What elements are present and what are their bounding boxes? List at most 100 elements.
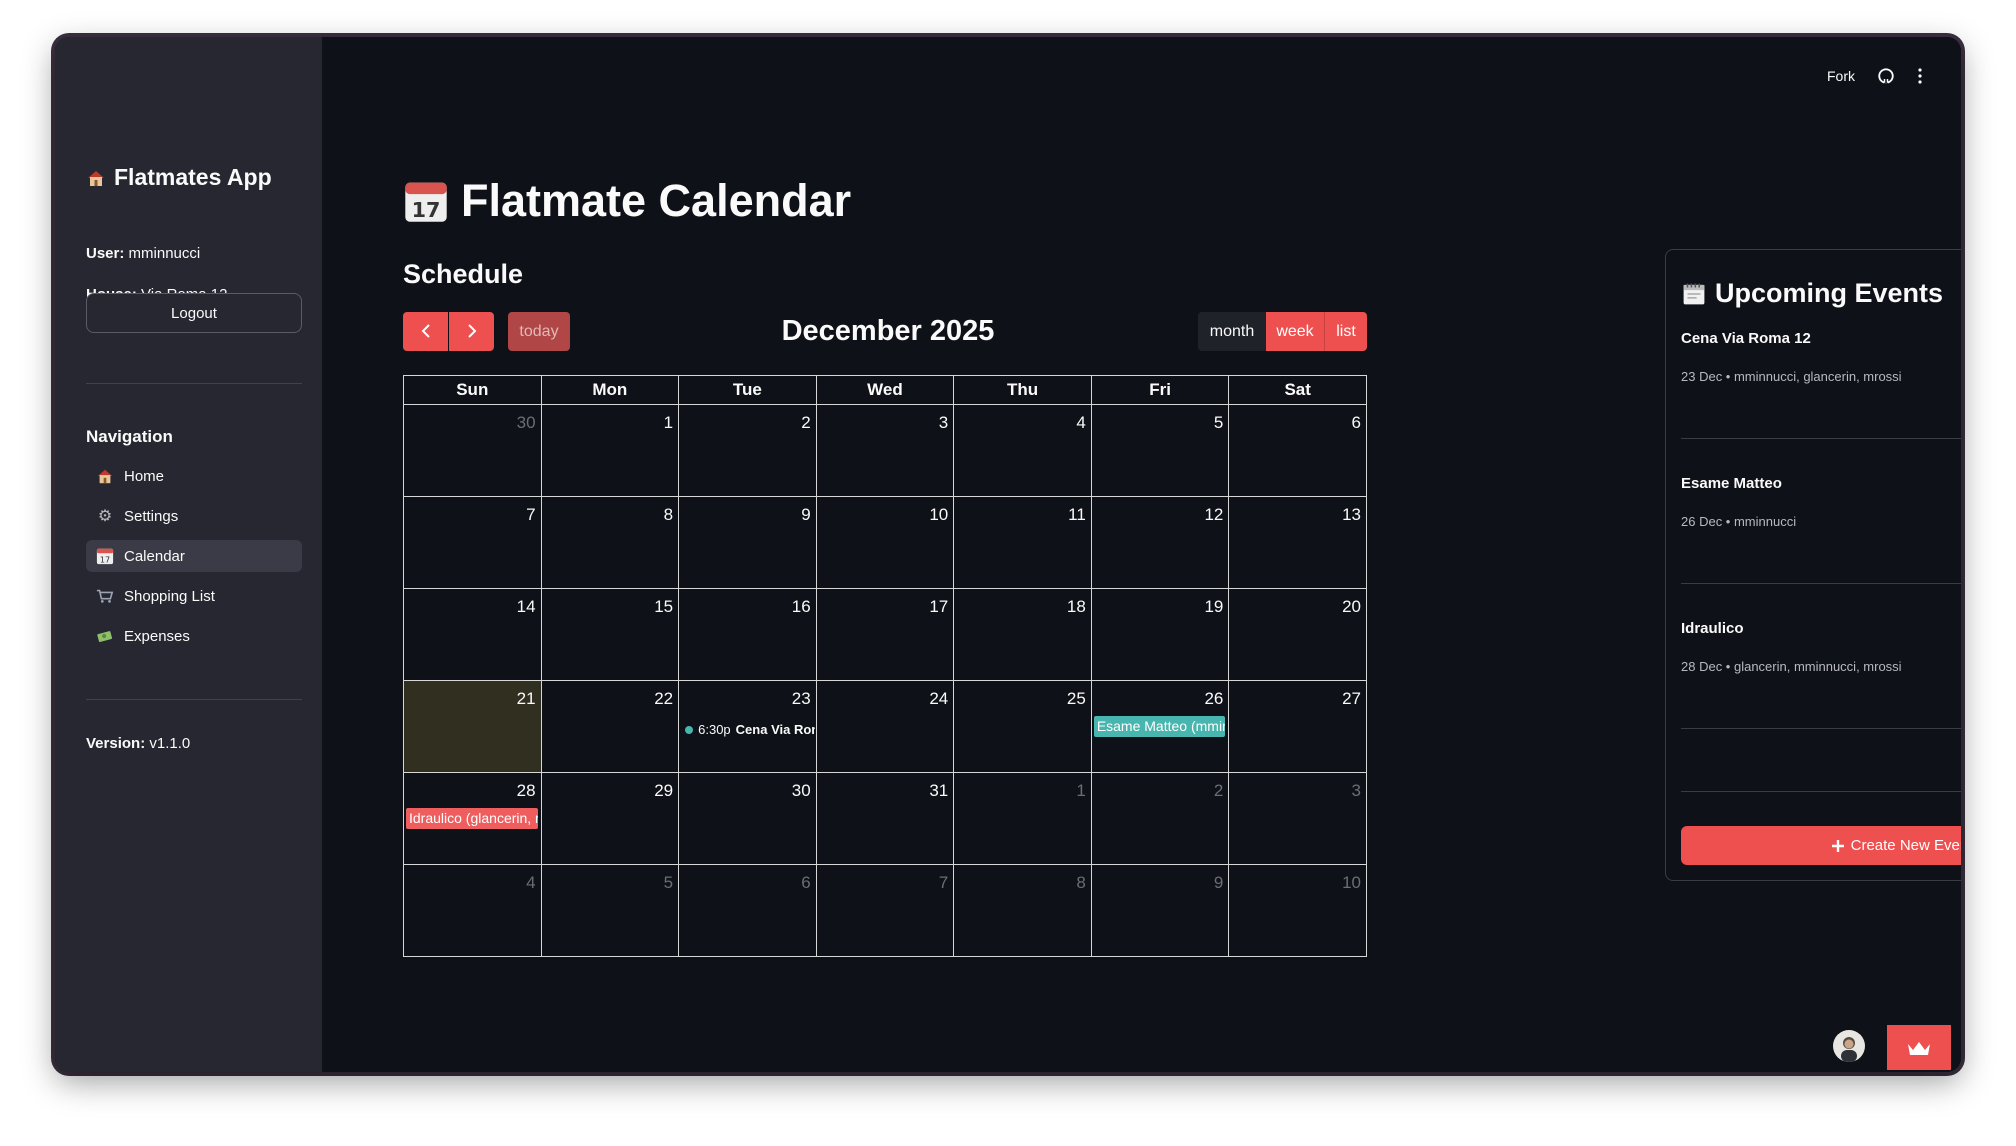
day-cell[interactable]: 8 bbox=[953, 864, 1092, 957]
sidebar-item-label: Settings bbox=[124, 507, 179, 525]
sidebar-item-home[interactable]: Home bbox=[86, 460, 302, 492]
sidebar-item-settings[interactable]: ⚙ Settings bbox=[86, 500, 302, 532]
day-cell[interactable]: 3 bbox=[1228, 772, 1367, 865]
day-cell[interactable]: 24 bbox=[815, 680, 955, 773]
day-cell[interactable]: 17 bbox=[815, 588, 955, 681]
page-title-text: Flatmate Calendar bbox=[461, 175, 852, 226]
day-cell[interactable]: 29 bbox=[540, 772, 680, 865]
weekday-header: Mon bbox=[540, 375, 680, 405]
upcoming-event-name: Esame Matteo bbox=[1681, 475, 1782, 492]
day-cell[interactable]: 26 Esame Matteo (mminnucci) bbox=[1090, 680, 1230, 773]
day-cell[interactable]: 4 bbox=[403, 864, 542, 957]
day-cell[interactable]: 13 bbox=[1228, 496, 1367, 589]
day-cell[interactable]: 6 bbox=[1228, 404, 1367, 497]
day-cell[interactable]: 5 bbox=[1090, 404, 1230, 497]
week-row: 7 8 9 10 11 12 13 bbox=[403, 496, 1367, 589]
day-cell[interactable]: 25 bbox=[953, 680, 1092, 773]
fork-link[interactable]: Fork bbox=[1827, 68, 1855, 84]
sidebar: Flatmates App User: mminnucci House: Via… bbox=[55, 37, 322, 1072]
day-cell[interactable]: 1 bbox=[540, 404, 680, 497]
day-number: 3 bbox=[1351, 781, 1361, 800]
day-number: 25 bbox=[1066, 689, 1086, 708]
day-cell[interactable]: 9 bbox=[678, 496, 817, 589]
day-cell[interactable]: 3 bbox=[815, 404, 955, 497]
day-cell[interactable]: 18 bbox=[953, 588, 1092, 681]
user-value: mminnucci bbox=[128, 245, 201, 262]
day-number: 2 bbox=[801, 413, 811, 432]
day-cell[interactable]: 6 bbox=[678, 864, 817, 957]
week-row: 4 5 6 7 8 9 10 bbox=[403, 864, 1367, 957]
sidebar-item-expenses[interactable]: Expenses bbox=[86, 620, 302, 652]
day-cell[interactable]: 2 bbox=[678, 404, 817, 497]
day-number: 8 bbox=[663, 505, 674, 524]
day-cell[interactable]: 12 bbox=[1090, 496, 1230, 589]
day-cell-today[interactable]: 21 bbox=[403, 680, 542, 773]
day-number: 28 bbox=[516, 781, 536, 800]
avatar[interactable] bbox=[1833, 1030, 1865, 1062]
week-row: 21 22 23 6:30p Cena Via Roma 12 24 25 26 bbox=[403, 680, 1367, 773]
chevron-right-icon bbox=[466, 319, 478, 345]
day-cell[interactable]: 16 bbox=[678, 588, 817, 681]
user-label: User: bbox=[86, 245, 125, 262]
day-cell[interactable]: 11 bbox=[953, 496, 1092, 589]
sidebar-item-calendar[interactable]: 17 Calendar bbox=[86, 540, 302, 572]
day-cell[interactable]: 27 bbox=[1228, 680, 1367, 773]
sidebar-item-shopping-list[interactable]: Shopping List bbox=[86, 580, 302, 612]
event-dot-icon bbox=[685, 725, 694, 734]
prev-month-button[interactable] bbox=[403, 312, 448, 351]
day-cell[interactable]: 23 6:30p Cena Via Roma 12 bbox=[678, 680, 817, 773]
today-button[interactable]: today bbox=[508, 312, 570, 351]
day-number: 27 bbox=[1342, 689, 1361, 708]
panel-divider bbox=[1681, 728, 1961, 729]
day-number: 5 bbox=[1213, 413, 1224, 432]
day-number: 1 bbox=[1076, 781, 1086, 800]
more-menu-icon[interactable] bbox=[1917, 67, 1923, 85]
day-cell[interactable]: 2 bbox=[1090, 772, 1230, 865]
week-row: 28 Idraulico (glancerin, mminnucci, mros… bbox=[403, 772, 1367, 865]
day-cell[interactable]: 10 bbox=[815, 496, 955, 589]
github-icon[interactable] bbox=[1877, 67, 1895, 85]
day-cell[interactable]: 28 Idraulico (glancerin, mminnucci, mros… bbox=[403, 772, 542, 865]
day-cell[interactable]: 7 bbox=[815, 864, 955, 957]
day-cell[interactable]: 5 bbox=[540, 864, 680, 957]
view-list-button[interactable]: list bbox=[1324, 312, 1367, 351]
house-icon bbox=[95, 466, 115, 486]
version-label: Version: bbox=[86, 735, 146, 752]
day-cell[interactable]: 8 bbox=[540, 496, 680, 589]
crown-button[interactable] bbox=[1887, 1025, 1951, 1070]
day-number: 9 bbox=[1213, 873, 1224, 892]
cart-icon bbox=[95, 586, 115, 606]
svg-text:17: 17 bbox=[412, 198, 441, 222]
calendar-event-idraulico[interactable]: Idraulico (glancerin, mminnucci, mrossi) bbox=[406, 808, 538, 829]
day-cell[interactable]: 31 bbox=[815, 772, 955, 865]
day-cell[interactable]: 10 bbox=[1228, 864, 1367, 957]
day-cell[interactable]: 14 bbox=[403, 588, 542, 681]
top-toolbar: Fork bbox=[1827, 67, 1923, 85]
next-month-button[interactable] bbox=[449, 312, 494, 351]
day-cell[interactable]: 7 bbox=[403, 496, 542, 589]
day-cell[interactable]: 30 bbox=[678, 772, 817, 865]
create-event-button[interactable]: Create New Event bbox=[1681, 826, 1961, 865]
calendar-event-cena[interactable]: 6:30p Cena Via Roma 12 bbox=[685, 722, 815, 737]
view-month-button[interactable]: month bbox=[1198, 312, 1266, 351]
calendar-grid: Sun Mon Tue Wed Thu Fri Sat 30 1 2 3 4 5 bbox=[403, 375, 1367, 957]
day-cell[interactable]: 9 bbox=[1090, 864, 1230, 957]
day-cell[interactable]: 20 bbox=[1228, 588, 1367, 681]
view-week-button[interactable]: week bbox=[1266, 312, 1324, 351]
day-number: 19 bbox=[1204, 597, 1224, 616]
day-cell[interactable]: 22 bbox=[540, 680, 680, 773]
day-cell[interactable]: 15 bbox=[540, 588, 680, 681]
day-number: 11 bbox=[1068, 505, 1086, 524]
day-number: 14 bbox=[516, 597, 536, 616]
day-number: 3 bbox=[938, 413, 949, 432]
calendar-event-esame[interactable]: Esame Matteo (mminnucci) bbox=[1093, 716, 1226, 737]
day-cell[interactable]: 4 bbox=[953, 404, 1092, 497]
weekday-header: Thu bbox=[953, 375, 1092, 405]
day-cell[interactable]: 19 bbox=[1090, 588, 1230, 681]
day-number: 30 bbox=[791, 781, 811, 800]
logout-button[interactable]: Logout bbox=[86, 293, 302, 333]
day-number: 22 bbox=[654, 689, 674, 708]
day-cell[interactable]: 30 bbox=[403, 404, 542, 497]
sidebar-divider bbox=[86, 383, 302, 384]
day-cell[interactable]: 1 bbox=[953, 772, 1092, 865]
